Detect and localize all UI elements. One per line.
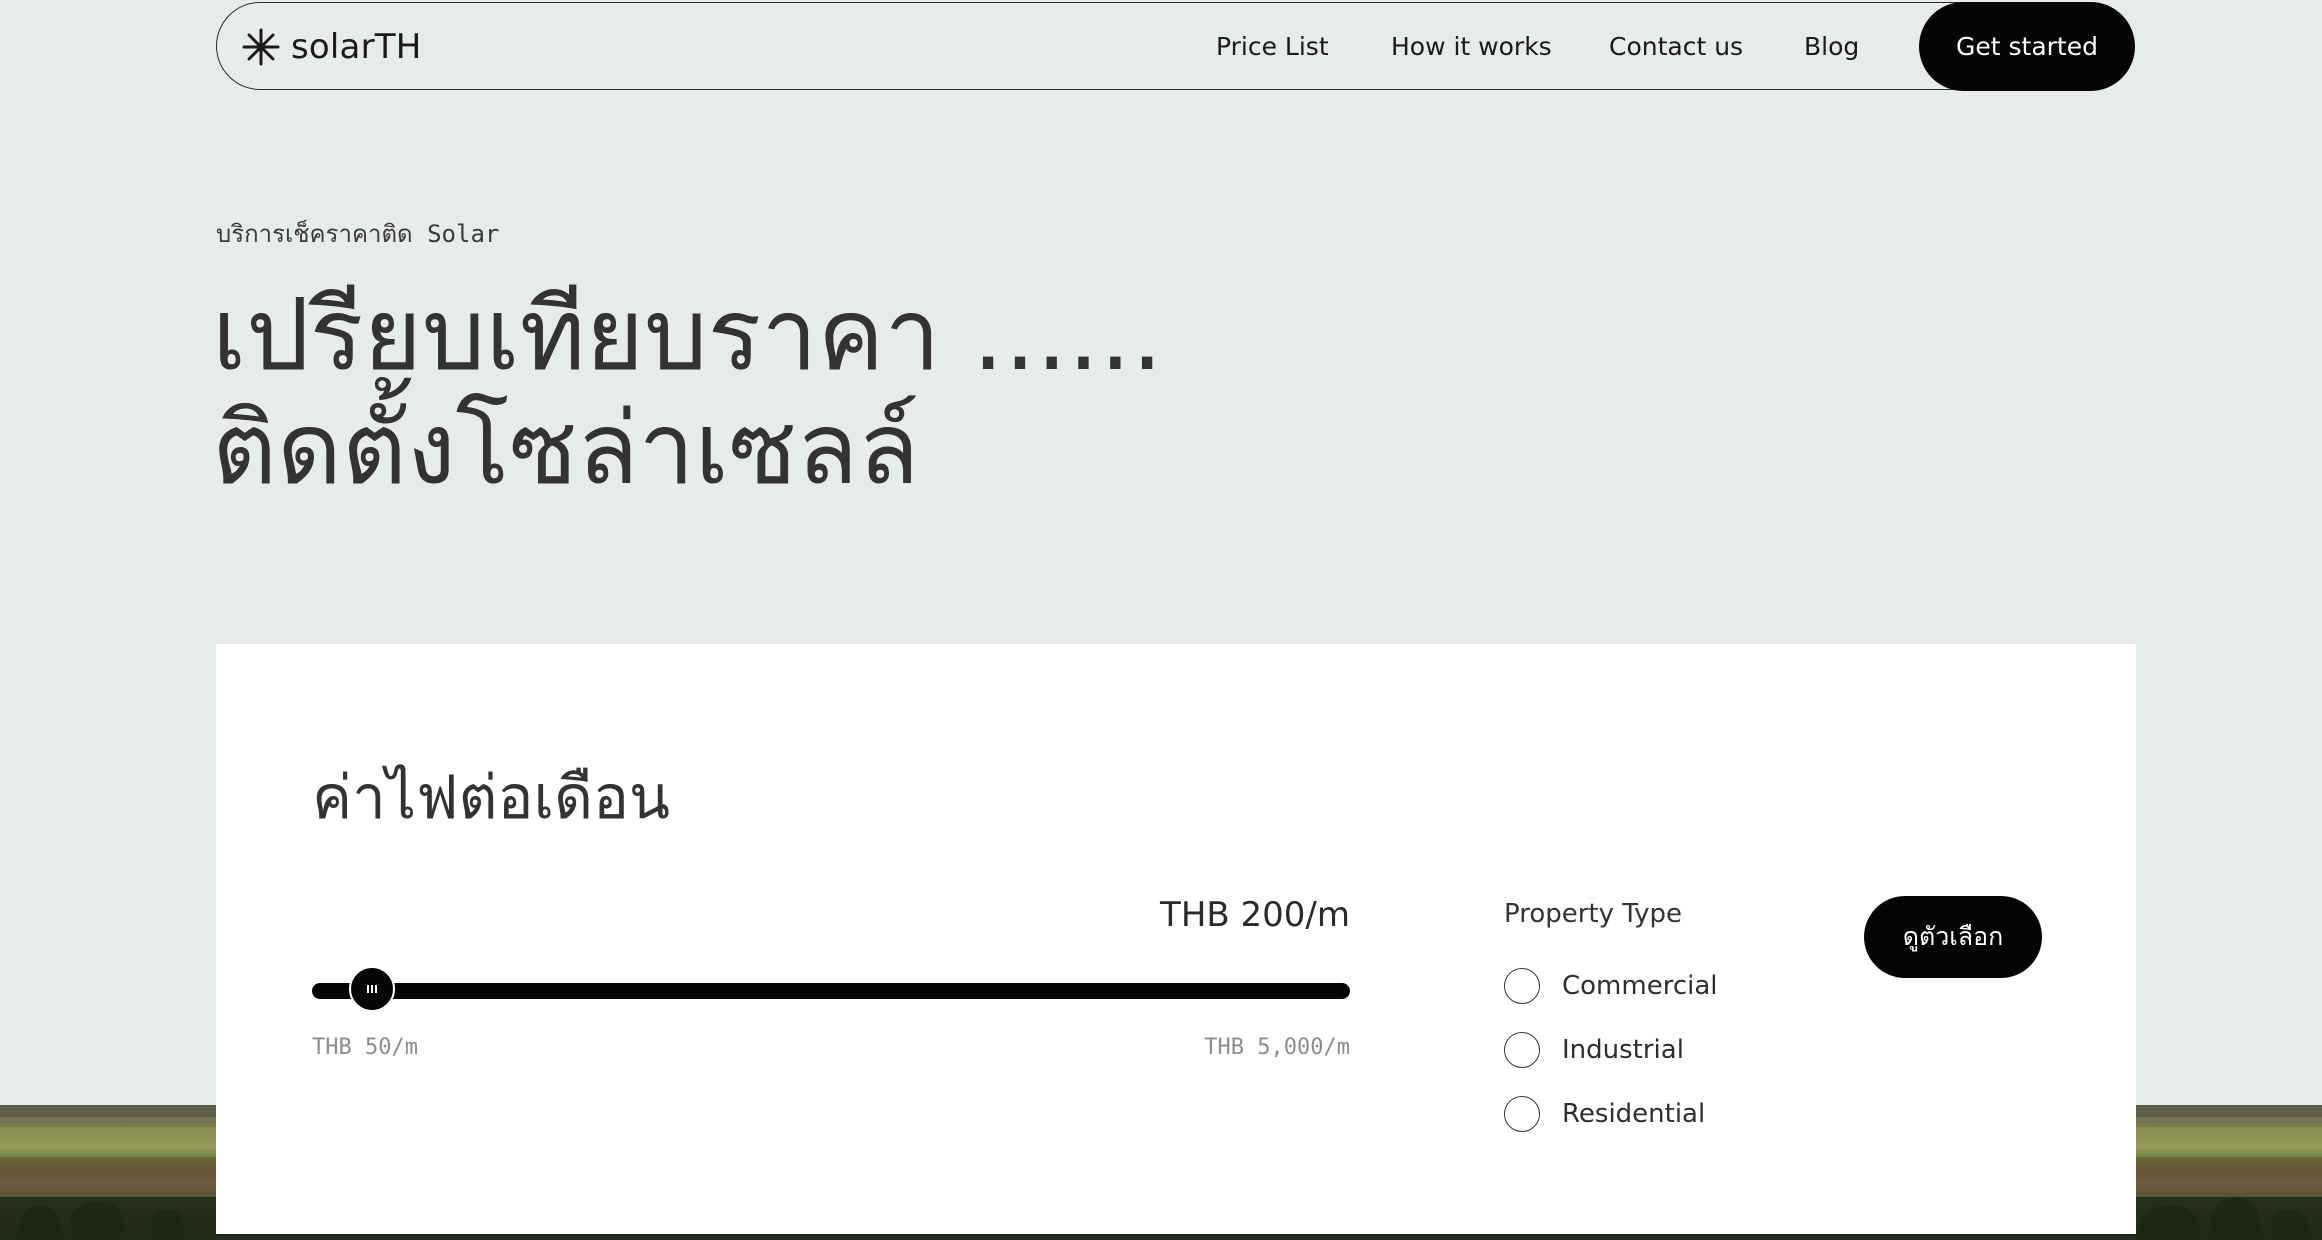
radio-label: Industrial bbox=[1562, 1035, 1684, 1065]
slider-track[interactable] bbox=[312, 983, 1350, 999]
slider-thumb[interactable] bbox=[349, 966, 396, 1012]
radio-circle[interactable] bbox=[1504, 968, 1540, 1004]
hero-eyebrow: บริการเช็คราคาติด Solar bbox=[216, 220, 500, 248]
hero-headline-line-2: ติดตั้งโซล่าเซลล์ bbox=[212, 390, 920, 507]
nav-link-price-list[interactable]: Price List bbox=[1216, 3, 1329, 91]
hero-headline-line-1: เปรียบเทียบราคา ...... bbox=[212, 276, 1164, 393]
radio-label: Residential bbox=[1562, 1099, 1706, 1129]
view-options-button[interactable]: ดูตัวเลือก bbox=[1864, 896, 2042, 978]
slider-max-label: THB 5,000/m bbox=[1204, 1035, 1350, 1060]
radio-circle[interactable] bbox=[1504, 1096, 1540, 1132]
get-started-button[interactable]: Get started bbox=[1919, 1, 2135, 91]
radio-commercial[interactable]: Commercial bbox=[1504, 968, 1718, 1004]
nav-link-contact-us[interactable]: Contact us bbox=[1609, 3, 1743, 91]
slider-current-value: THB 200/m bbox=[1160, 895, 1350, 935]
radio-residential[interactable]: Residential bbox=[1504, 1096, 1705, 1132]
radio-circle[interactable] bbox=[1504, 1032, 1540, 1068]
nav-links: Price List How it works Contact us Blog bbox=[217, 3, 2133, 91]
property-type-label: Property Type bbox=[1504, 899, 1683, 929]
radio-label: Commercial bbox=[1562, 971, 1718, 1001]
hero-headline: เปรียบเทียบราคา ...... ติดตั้งโซล่าเซลล์ bbox=[212, 278, 1163, 506]
grip-icon bbox=[367, 985, 378, 993]
monthly-bill-title: ค่าไฟต่อเดือน bbox=[312, 763, 671, 833]
calculator-card: ค่าไฟต่อเดือน THB 200/m THB 50/m THB 5,0… bbox=[216, 644, 2136, 1234]
radio-industrial[interactable]: Industrial bbox=[1504, 1032, 1684, 1068]
nav-link-blog[interactable]: Blog bbox=[1804, 3, 1859, 91]
nav-link-how-it-works[interactable]: How it works bbox=[1391, 3, 1552, 91]
top-nav: solarTH Price List How it works Contact … bbox=[216, 1, 2135, 91]
